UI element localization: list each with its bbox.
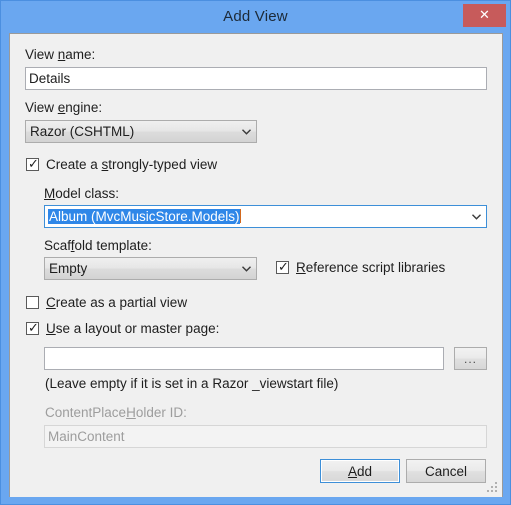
use-layout-checkbox[interactable]: ✓ Use a layout or master page: <box>26 321 219 336</box>
strongly-typed-checkbox[interactable]: ✓ Create a strongly-typed view <box>26 157 217 172</box>
scaffold-template-select[interactable]: Empty <box>44 257 257 280</box>
add-button[interactable]: Add <box>320 459 400 483</box>
strongly-typed-label: Create a strongly-typed view <box>46 157 218 172</box>
close-button[interactable]: ✕ <box>463 4 506 27</box>
cancel-button[interactable]: Cancel <box>406 459 486 483</box>
view-name-input[interactable]: Details <box>25 67 487 90</box>
model-class-value: Album (MvcMusicStore.Models) <box>48 209 240 224</box>
view-engine-label: View engine: <box>25 100 103 115</box>
model-class-select[interactable]: Album (MvcMusicStore.Models) <box>44 205 487 228</box>
partial-view-checkbox[interactable]: Create as a partial view <box>26 295 187 310</box>
content-placeholder-input: MainContent <box>44 425 487 448</box>
use-layout-label: Use a layout or master page: <box>46 321 220 336</box>
check-icon: ✓ <box>28 321 39 336</box>
close-icon: ✕ <box>479 8 490 23</box>
checkbox-box: ✓ <box>26 321 39 336</box>
layout-path-input[interactable] <box>44 347 444 370</box>
dialog-client-area: View name: Details View engine: Razor (C… <box>9 33 503 497</box>
view-engine-select[interactable]: Razor (CSHTML) <box>25 120 257 143</box>
reference-scripts-label: Reference script libraries <box>296 260 446 275</box>
checkbox-box: ✓ <box>26 157 39 172</box>
model-class-label: Model class: <box>44 186 120 201</box>
check-icon: ✓ <box>28 157 39 172</box>
text-caret <box>239 209 241 223</box>
scaffold-template-label: Scaffold template: <box>44 238 152 253</box>
resize-grip[interactable] <box>487 482 499 494</box>
add-view-dialog: Add View ✕ View name: Details View engin… <box>0 0 511 505</box>
scaffold-template-value: Empty <box>49 261 88 276</box>
checkbox-box: ✓ <box>276 260 289 275</box>
browse-button[interactable]: ... <box>454 347 487 370</box>
chevron-down-icon <box>237 121 256 142</box>
check-icon: ✓ <box>278 260 289 275</box>
window-title: Add View <box>223 8 288 25</box>
view-engine-value: Razor (CSHTML) <box>30 124 135 139</box>
checkbox-box <box>26 296 39 309</box>
content-placeholder-label: ContentPlaceHolder ID: <box>45 405 187 420</box>
partial-view-label: Create as a partial view <box>46 295 188 310</box>
title-bar[interactable]: Add View ✕ <box>1 1 510 33</box>
layout-hint-text: (Leave empty if it is set in a Razor _vi… <box>45 376 339 391</box>
chevron-down-icon <box>467 206 486 227</box>
reference-scripts-checkbox[interactable]: ✓ Reference script libraries <box>276 260 445 275</box>
chevron-down-icon <box>237 258 256 279</box>
model-class-value-wrap: Album (MvcMusicStore.Models) <box>48 206 466 227</box>
view-name-label: View name: <box>25 47 96 62</box>
